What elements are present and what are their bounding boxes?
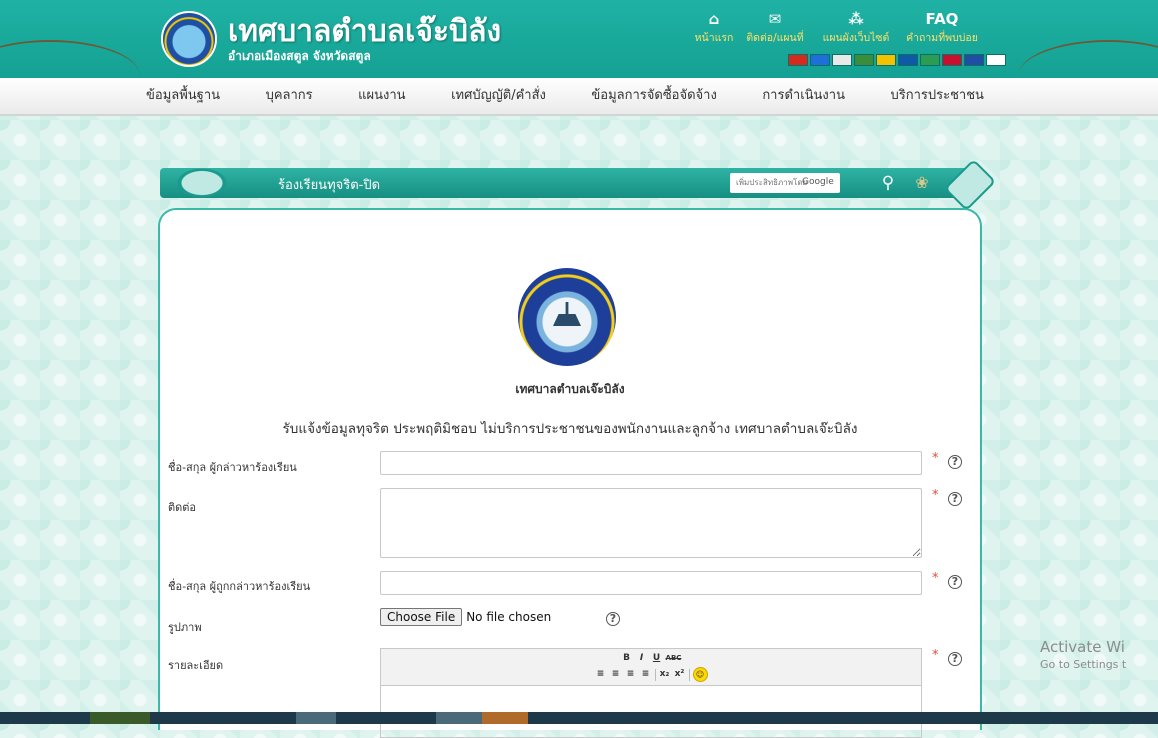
flag-icon[interactable] xyxy=(854,54,874,66)
menu-item-public-services[interactable]: บริการประชาชน xyxy=(884,78,989,114)
toolbar-divider xyxy=(654,668,656,681)
required-marker: * xyxy=(932,648,939,663)
photo-label: รูปภาพ xyxy=(168,621,202,634)
required-marker: * xyxy=(932,571,939,586)
flag-icon[interactable] xyxy=(788,54,808,66)
align-left-icon[interactable]: ≡ xyxy=(595,668,607,681)
flag-icon[interactable] xyxy=(964,54,984,66)
emoticon-icon[interactable]: ☺ xyxy=(692,667,708,682)
org-seal xyxy=(518,268,616,366)
activation-watermark: Activate Wi Go to Settings t xyxy=(1040,638,1126,671)
accused-label: ชื่อ-สกุล ผู้ถูกกล่าวหาร้องเรียน xyxy=(168,580,311,593)
flag-icon[interactable] xyxy=(898,54,918,66)
search-icon: ⚲ xyxy=(881,173,895,193)
language-flags xyxy=(788,54,1006,66)
flag-icon[interactable] xyxy=(942,54,962,66)
menu-item-basic-info[interactable]: ข้อมูลพื้นฐาน xyxy=(140,78,226,114)
file-upload: Choose File No file chosen xyxy=(380,608,551,626)
banner-ornament-right xyxy=(943,158,997,212)
menu-item-personnel[interactable]: บุคลากร xyxy=(260,78,319,114)
flag-icon[interactable] xyxy=(920,54,940,66)
complainant-input[interactable] xyxy=(380,451,922,475)
choose-file-button[interactable]: Choose File xyxy=(380,608,463,626)
help-icon[interactable]: ? xyxy=(948,575,962,589)
required-marker: * xyxy=(932,451,939,466)
taskbar-app[interactable] xyxy=(90,712,150,724)
required-marker: * xyxy=(932,488,939,503)
superscript-button[interactable]: x² xyxy=(674,668,686,681)
main-menu: ข้อมูลพื้นฐาน บุคลากร แผนงาน เทศบัญญัติ/… xyxy=(0,78,1158,116)
underline-button[interactable]: U xyxy=(651,652,663,665)
banner-title: ร้องเรียนทุจริต-ปิด xyxy=(278,178,381,193)
align-justify-icon[interactable]: ≡ xyxy=(640,668,652,681)
rich-text-editor[interactable]: B I U ABC ≡ ≡ ≡ ≡ x₂ x² ☺ xyxy=(380,648,922,738)
form-title: รับแจ้งข้อมูลทุจริต ประพฤติมิชอบ ไม่บริก… xyxy=(282,421,858,437)
watermark-line1: Activate Wi xyxy=(1040,638,1125,656)
menu-item-plans[interactable]: แผนงาน xyxy=(352,78,411,114)
details-label: รายละเอียด xyxy=(168,659,224,672)
help-icon[interactable]: ? xyxy=(948,492,962,506)
site-subtitle: อำเภอเมืองสตูล จังหวัดสตูล xyxy=(228,49,371,63)
sitemap-icon: ⁂ xyxy=(848,10,864,28)
home-icon: ⌂ xyxy=(708,10,720,28)
menu-item-operations[interactable]: การดำเนินงาน xyxy=(756,78,851,114)
editor-toolbar: B I U ABC ≡ ≡ ≡ ≡ x₂ x² ☺ xyxy=(381,649,921,686)
taskbar-app[interactable] xyxy=(482,712,528,724)
top-link-label: ติดต่อ/แผนที่ xyxy=(746,32,804,44)
flag-icon[interactable] xyxy=(832,54,852,66)
search-brand: Google xyxy=(802,177,834,187)
align-center-icon[interactable]: ≡ xyxy=(610,668,622,681)
faq-icon: FAQ xyxy=(925,10,959,28)
top-link-label: หน้าแรก xyxy=(694,32,734,44)
top-link-faq[interactable]: FAQ คำถามที่พบบ่อย xyxy=(902,10,982,46)
help-icon[interactable]: ? xyxy=(948,652,962,666)
top-link-label: คำถามที่พบบ่อย xyxy=(906,32,978,44)
envelope-icon: ✉ xyxy=(768,10,782,28)
flag-icon[interactable] xyxy=(810,54,830,66)
banner-ornament-left xyxy=(156,156,248,210)
italic-button[interactable]: I xyxy=(636,652,648,665)
toolbar-divider xyxy=(688,668,690,681)
flag-icon[interactable] xyxy=(876,54,896,66)
taskbar-app[interactable] xyxy=(296,712,336,724)
complainant-label: ชื่อ-สกุล ผู้กล่าวหาร้องเรียน xyxy=(168,461,297,474)
ship-icon xyxy=(553,302,581,326)
top-link-home[interactable]: ⌂ หน้าแรก xyxy=(692,10,736,46)
contact-textarea[interactable] xyxy=(380,488,922,558)
strikethrough-button[interactable]: ABC xyxy=(666,652,682,665)
contact-label: ติดต่อ xyxy=(168,501,197,514)
menu-item-ordinances[interactable]: เทศบัญญัติ/คำสั่ง xyxy=(445,78,552,114)
taskbar xyxy=(0,712,1158,724)
top-link-label: แผนผังเว็บไซต์ xyxy=(822,32,890,44)
help-icon[interactable]: ? xyxy=(606,612,620,626)
watermark-line2: Go to Settings t xyxy=(1040,658,1127,671)
section-banner: ร้องเรียนทุจริต-ปิด Google ⚲ ❀ xyxy=(156,156,997,212)
site-logo[interactable] xyxy=(161,11,217,67)
align-right-icon[interactable]: ≡ xyxy=(625,668,637,681)
org-name: เทศบาลตำบลเจ๊ะบิลัง xyxy=(515,382,625,396)
taskbar-app[interactable] xyxy=(436,712,482,724)
search-button[interactable]: ⚲ xyxy=(876,171,900,195)
help-icon[interactable]: ? xyxy=(948,455,962,469)
menu-item-procurement[interactable]: ข้อมูลการจัดซื้อจัดจ้าง xyxy=(585,78,722,114)
lotus-icon[interactable]: ❀ xyxy=(908,172,936,194)
top-link-sitemap[interactable]: ⁂ แผนผังเว็บไซต์ xyxy=(815,10,897,46)
form-panel: เทศบาลตำบลเจ๊ะบิลัง รับแจ้งข้อมูลทุจริต … xyxy=(158,208,982,738)
subscript-button[interactable]: x₂ xyxy=(659,668,671,681)
file-status: No file chosen xyxy=(466,610,552,624)
accused-input[interactable] xyxy=(380,571,922,595)
top-link-contact[interactable]: ✉ ติดต่อ/แผนที่ xyxy=(740,10,810,46)
bold-button[interactable]: B xyxy=(621,652,633,665)
flag-icon[interactable] xyxy=(986,54,1006,66)
site-header: เทศบาลตำบลเจ๊ะบิลัง อำเภอเมืองสตูล จังหว… xyxy=(0,0,1158,78)
